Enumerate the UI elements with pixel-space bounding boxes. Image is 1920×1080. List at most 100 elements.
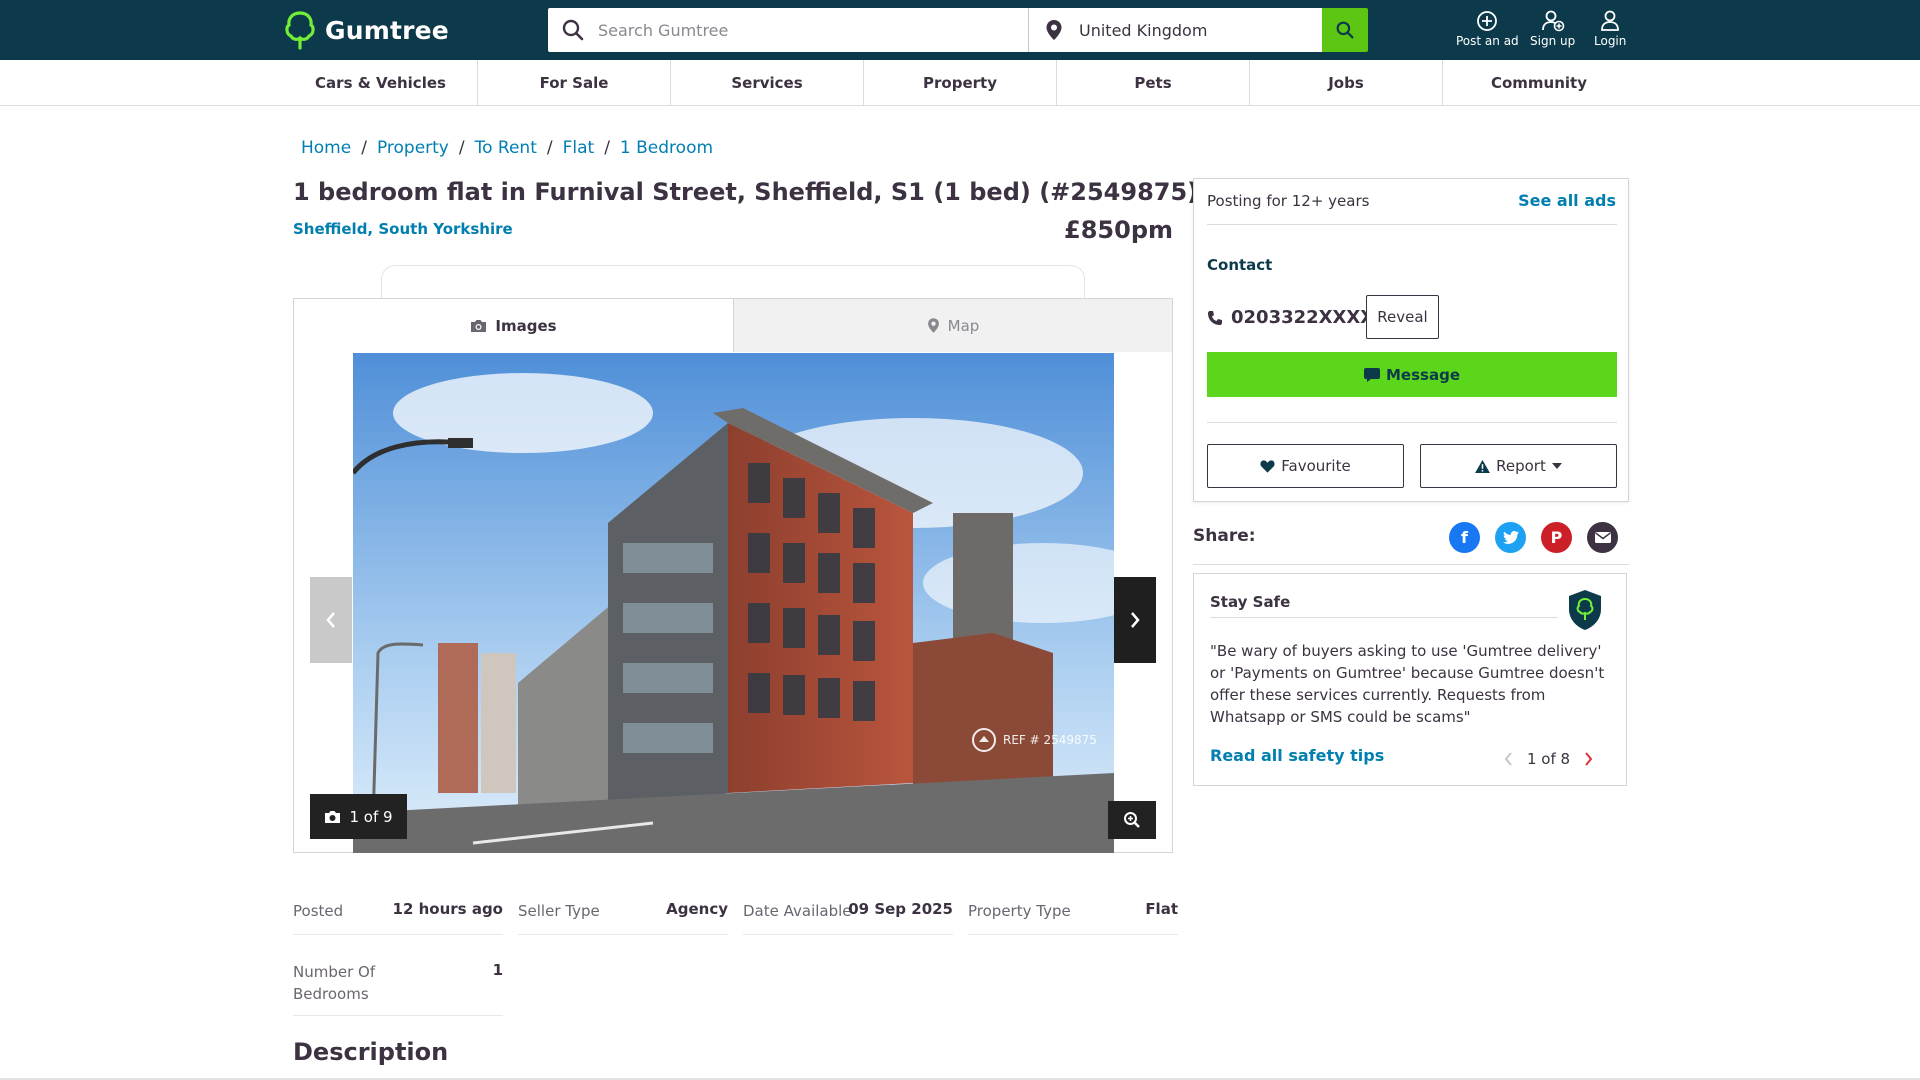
category-community[interactable]: Community	[1442, 60, 1635, 106]
logo-text: Gumtree	[325, 15, 449, 45]
listing-photo[interactable]	[353, 353, 1114, 853]
breadcrumb-to-rent[interactable]: To Rent	[475, 138, 537, 158]
listing-title: 1 bedroom flat in Furnival Street, Sheff…	[293, 178, 1199, 206]
tab-map[interactable]: Map	[733, 299, 1172, 352]
posting-duration: Posting for 12+ years	[1207, 192, 1370, 210]
category-for-sale[interactable]: For Sale	[477, 60, 670, 106]
category-property[interactable]: Property	[863, 60, 1056, 106]
location-pin-icon	[1029, 19, 1079, 41]
zoom-in-icon	[1124, 812, 1140, 828]
attribute-seller-type: Seller Type Agency	[518, 890, 728, 935]
phone-icon	[1208, 310, 1222, 325]
login-label: Login	[1594, 34, 1627, 48]
agency-logo-icon	[972, 728, 996, 752]
pinterest-icon[interactable]: P	[1541, 522, 1572, 553]
safety-tip-text: "Be wary of buyers asking to use 'Gumtre…	[1210, 642, 1605, 726]
tab-map-label: Map	[947, 316, 980, 335]
chevron-right-icon	[1585, 752, 1593, 766]
breadcrumb-home[interactable]: Home	[301, 138, 351, 158]
gumtree-logo[interactable]: Gumtree	[283, 9, 449, 51]
share-row: Share: f P	[1193, 510, 1629, 565]
contact-heading: Contact	[1207, 256, 1273, 274]
attribute-date-available: Date Available 09 Sep 2025	[743, 890, 953, 935]
divider	[1207, 224, 1617, 225]
photo-ref-watermark: REF # 2549875	[971, 727, 1097, 753]
breadcrumb-separator: /	[458, 138, 465, 158]
breadcrumb-property[interactable]: Property	[377, 138, 449, 158]
breadcrumb: Home / Property / To Rent / Flat / 1 Bed…	[301, 138, 713, 158]
share-label: Share:	[1193, 526, 1256, 546]
facebook-icon[interactable]: f	[1449, 522, 1480, 553]
attribute-bedrooms: Number Of Bedrooms 1	[293, 951, 503, 1016]
tab-images[interactable]: Images	[294, 299, 733, 352]
safety-tip-pager: 1 of 8	[1504, 750, 1593, 768]
gallery-prev-button[interactable]	[310, 577, 352, 663]
phone-number-text: 0203322XXXX	[1231, 307, 1375, 328]
shield-icon	[1567, 589, 1603, 635]
attribute-key: Date Available	[743, 902, 852, 920]
ref-text: REF # 2549875	[1003, 733, 1097, 747]
message-button[interactable]: Message	[1207, 352, 1617, 397]
chevron-left-icon	[1504, 752, 1512, 766]
top-header: Gumtree United Kingdom Post an ad Sign u…	[0, 0, 1920, 60]
email-icon[interactable]	[1587, 522, 1618, 553]
attribute-value: 12 hours ago	[392, 900, 503, 918]
attribute-value: 1	[492, 961, 503, 979]
image-gallery: Images Map REF # 2549875 1 of 9	[293, 298, 1173, 853]
location-pin-icon	[927, 318, 939, 333]
heart-icon	[1260, 460, 1275, 473]
location-value: United Kingdom	[1079, 20, 1208, 40]
search-icon	[548, 19, 598, 41]
search-bar	[548, 8, 1028, 52]
attribute-key: Seller Type	[518, 902, 600, 920]
breadcrumb-flat[interactable]: Flat	[563, 138, 595, 158]
pager-prev-button[interactable]	[1504, 752, 1513, 766]
user-add-icon	[1541, 10, 1564, 32]
login-button[interactable]: Login	[1594, 10, 1626, 48]
breadcrumb-separator: /	[604, 138, 610, 158]
search-icon	[1336, 21, 1354, 39]
post-an-ad-button[interactable]: Post an ad	[1456, 10, 1519, 48]
seller-card: Posting for 12+ years See all ads Contac…	[1193, 178, 1629, 502]
category-services[interactable]: Services	[670, 60, 863, 106]
tree-logo-icon	[285, 11, 315, 50]
attribute-property-type: Property Type Flat	[968, 890, 1178, 935]
pager-next-button[interactable]	[1584, 752, 1593, 766]
read-safety-tips-link[interactable]: Read all safety tips	[1210, 746, 1384, 765]
listing-price: £850pm	[1064, 216, 1173, 244]
listing-location-link[interactable]: Sheffield, South Yorkshire	[293, 220, 513, 238]
category-jobs[interactable]: Jobs	[1249, 60, 1442, 106]
favourite-label: Favourite	[1281, 457, 1351, 475]
breadcrumb-separator: /	[361, 138, 367, 158]
category-pets[interactable]: Pets	[1056, 60, 1249, 106]
user-icon	[1601, 10, 1620, 31]
category-nav: Cars & Vehicles For Sale Services Proper…	[0, 60, 1920, 106]
sign-up-label: Sign up	[1530, 34, 1576, 48]
search-submit-button[interactable]	[1322, 8, 1368, 52]
attribute-key: Property Type	[968, 902, 1071, 920]
divider	[1210, 617, 1558, 618]
see-all-ads-link[interactable]: See all ads	[1518, 191, 1616, 210]
breadcrumb-1-bedroom[interactable]: 1 Bedroom	[620, 138, 713, 158]
sign-up-button[interactable]: Sign up	[1530, 10, 1575, 48]
favourite-button[interactable]: Favourite	[1207, 444, 1404, 488]
chevron-left-icon	[326, 612, 335, 628]
zoom-button[interactable]	[1108, 801, 1156, 839]
attribute-key: Number Of Bedrooms	[293, 963, 376, 1003]
tab-images-label: Images	[495, 316, 557, 335]
twitter-icon[interactable]	[1495, 522, 1526, 553]
photo-counter-text: 1 of 9	[349, 807, 393, 826]
stay-safe-panel: Stay Safe "Be wary of buyers asking to u…	[1193, 573, 1627, 786]
search-input[interactable]	[598, 20, 1018, 40]
gallery-next-button[interactable]	[1114, 577, 1156, 663]
camera-icon	[471, 319, 487, 332]
stay-safe-heading: Stay Safe	[1210, 593, 1291, 611]
location-field[interactable]: United Kingdom	[1028, 8, 1322, 52]
warning-icon	[1475, 459, 1491, 473]
attribute-value: Flat	[1145, 900, 1178, 918]
category-cars-vehicles[interactable]: Cars & Vehicles	[284, 60, 477, 106]
attribute-value: 09 Sep 2025	[848, 900, 953, 918]
report-button[interactable]: Report	[1420, 444, 1617, 488]
reveal-phone-button[interactable]: Reveal	[1366, 295, 1439, 339]
gallery-tabs: Images Map	[294, 299, 1172, 352]
